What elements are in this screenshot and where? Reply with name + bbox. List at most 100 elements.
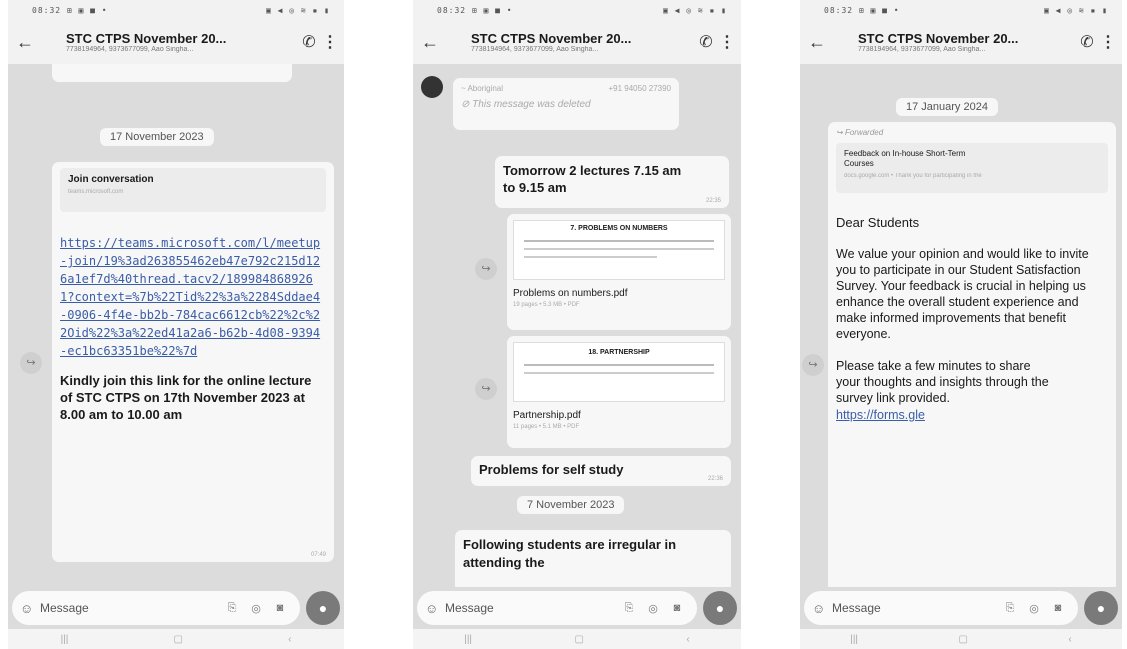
teams-meeting-link[interactable]: https://teams.microsoft.com/l/meetup-joi… xyxy=(60,234,326,360)
call-icon[interactable]: ✆ xyxy=(296,32,322,52)
group-title: STC CTPS November 20... xyxy=(471,31,632,46)
status-icons: ▣ ◀ ◎ ≋ ▪ ▮ xyxy=(663,5,727,15)
status-icons: ▣ ◀ ◎ ≋ ▪ ▮ xyxy=(1044,5,1108,15)
message-input[interactable]: ☺ Message ⎘ ◎ ◙ xyxy=(12,591,300,625)
pdf-preview-title: 7. PROBLEMS ON NUMBERS xyxy=(570,225,668,232)
back-arrow-icon[interactable]: ← xyxy=(421,32,441,53)
deleted-message-bubble[interactable]: ~ Aboriginal +91 94050 27390 ⊘ This mess… xyxy=(453,78,679,130)
message-text: Kindly join this link for the online lec… xyxy=(60,373,312,422)
chat-area[interactable]: 17 November 2023 Join conversation teams… xyxy=(8,64,344,587)
message-bubble-lectures[interactable]: Tomorrow 2 lectures 7.15 am to 9.15 am 2… xyxy=(495,156,729,208)
system-nav-bar: ||| ▢ ‹ xyxy=(8,629,344,649)
chat-header-info[interactable]: STC CTPS November 20... 7738194964, 9373… xyxy=(828,31,1074,53)
chat-header-info[interactable]: STC CTPS November 20... 7738194964, 9373… xyxy=(36,31,296,53)
forward-icon[interactable]: ↪ xyxy=(475,258,497,280)
survey-link[interactable]: https://forms.gle xyxy=(836,408,1108,422)
survey-instructions: Please take a few minutes to share your … xyxy=(836,359,1049,405)
emoji-icon[interactable]: ☺ xyxy=(20,601,38,616)
call-icon[interactable]: ✆ xyxy=(693,32,719,52)
payment-icon[interactable]: ◎ xyxy=(244,602,268,615)
status-bar: 08:32 ⊞ ▣ ■ • ▣ ◀ ◎ ≋ ▪ ▮ xyxy=(413,0,741,20)
chat-header: ← STC CTPS November 20... 7738194964, 93… xyxy=(800,20,1122,64)
deleted-icon: ⊘ xyxy=(461,99,470,110)
link-preview-domain: docs.google.com • Thank you for particip… xyxy=(844,173,982,179)
menu-icon[interactable]: ⋮ xyxy=(322,32,338,52)
group-members: 7738194964, 9373677099, Aao Singha... xyxy=(471,46,599,53)
group-members: 7738194964, 9373677099, Aao Singha... xyxy=(858,46,986,53)
forward-icon[interactable]: ↪ xyxy=(475,378,497,400)
back-arrow-icon[interactable]: ← xyxy=(808,32,828,53)
message-bubble-self-study[interactable]: Problems for self study 22:36 xyxy=(471,456,731,486)
phone-screen-1: 08:32 ⊞ ▣ ■ • ▣ ◀ ◎ ≋ ▪ ▮ ← STC CTPS Nov… xyxy=(8,0,344,649)
nav-back-icon[interactable]: ‹ xyxy=(288,634,291,645)
pdf-file-meta: 11 pages • 5.1 MB • PDF xyxy=(513,424,580,430)
attach-icon[interactable]: ⎘ xyxy=(617,602,641,615)
deleted-text: This message was deleted xyxy=(472,99,591,110)
recent-apps-icon[interactable]: ||| xyxy=(850,634,858,645)
greeting-text: Dear Students xyxy=(836,215,920,230)
pdf-preview-title: 18. PARTNERSHIP xyxy=(588,349,650,356)
mic-button[interactable]: ● xyxy=(703,591,737,625)
emoji-icon[interactable]: ☺ xyxy=(425,601,443,616)
recent-apps-icon[interactable]: ||| xyxy=(464,634,472,645)
deleted-sender-phone: +91 94050 27390 xyxy=(608,84,671,93)
message-text: Tomorrow 2 lectures 7.15 am to 9.15 am xyxy=(503,163,682,195)
chat-header: ← STC CTPS November 20... 7738194964, 93… xyxy=(8,20,344,64)
survey-paragraph: We value your opinion and would like to … xyxy=(836,247,1089,341)
chat-area[interactable]: ~ Aboriginal +91 94050 27390 ⊘ This mess… xyxy=(413,64,741,587)
link-preview-title: Feedback on In-house Short-Term Courses xyxy=(844,149,966,168)
link-preview[interactable]: Join conversation teams.microsoft.com xyxy=(60,168,326,212)
message-input[interactable]: ☺ Message ⎘ ◎ ◙ xyxy=(804,591,1078,625)
forward-icon[interactable]: ↪ xyxy=(20,352,42,374)
menu-icon[interactable]: ⋮ xyxy=(1100,32,1116,52)
system-nav-bar: ||| ▢ ‹ xyxy=(800,629,1122,649)
payment-icon[interactable]: ◎ xyxy=(641,602,665,615)
payment-icon[interactable]: ◎ xyxy=(1022,602,1046,615)
forwarded-label: Forwarded xyxy=(844,128,884,137)
recent-apps-icon[interactable]: ||| xyxy=(61,634,69,645)
nav-back-icon[interactable]: ‹ xyxy=(686,634,689,645)
message-bubble-survey[interactable]: ↪ Forwarded Feedback on In-house Short-T… xyxy=(828,122,1116,587)
chat-header: ← STC CTPS November 20... 7738194964, 93… xyxy=(413,20,741,64)
message-bubble[interactable] xyxy=(52,64,292,82)
mic-button[interactable]: ● xyxy=(1084,591,1118,625)
camera-icon[interactable]: ◙ xyxy=(665,602,689,614)
emoji-icon[interactable]: ☺ xyxy=(812,601,830,616)
message-time: 22:36 xyxy=(707,476,723,482)
status-left: 08:32 ⊞ ▣ ■ • xyxy=(824,5,900,15)
composer: ☺ Message ⎘ ◎ ◙ ● xyxy=(8,587,344,629)
group-title: STC CTPS November 20... xyxy=(858,31,1019,46)
message-bubble-irregular[interactable]: Following students are irregular in atte… xyxy=(455,530,731,587)
message-placeholder: Message xyxy=(445,601,494,615)
chat-header-info[interactable]: STC CTPS November 20... 7738194964, 9373… xyxy=(441,31,693,53)
pdf-attachment-partnership[interactable]: 18. PARTNERSHIP Partnership.pdf 11 pages… xyxy=(507,336,731,448)
camera-icon[interactable]: ◙ xyxy=(1046,602,1070,614)
sender-avatar[interactable] xyxy=(421,76,443,98)
chat-area[interactable]: 17 January 2024 ↪ Forwarded Feedback on … xyxy=(800,64,1122,587)
link-preview[interactable]: Feedback on In-house Short-Term Courses … xyxy=(836,143,1108,193)
system-nav-bar: ||| ▢ ‹ xyxy=(413,629,741,649)
camera-icon[interactable]: ◙ xyxy=(268,602,292,614)
attach-icon[interactable]: ⎘ xyxy=(998,602,1022,615)
mic-button[interactable]: ● xyxy=(306,591,340,625)
nav-back-icon[interactable]: ‹ xyxy=(1068,634,1071,645)
group-members: 7738194964, 9373677099, Aao Singha... xyxy=(66,46,194,53)
message-time: 07:49 xyxy=(310,552,326,558)
home-icon[interactable]: ▢ xyxy=(959,634,968,645)
message-bubble-teams-link[interactable]: Join conversation teams.microsoft.com ht… xyxy=(52,162,334,562)
composer: ☺ Message ⎘ ◎ ◙ ● xyxy=(800,587,1122,629)
attach-icon[interactable]: ⎘ xyxy=(220,602,244,615)
forward-icon[interactable]: ↪ xyxy=(802,354,824,376)
link-preview-domain: teams.microsoft.com xyxy=(68,189,124,195)
message-input[interactable]: ☺ Message ⎘ ◎ ◙ xyxy=(417,591,697,625)
status-left: 08:32 ⊞ ▣ ■ • xyxy=(32,5,108,15)
pdf-attachment-problems[interactable]: 7. PROBLEMS ON NUMBERS Problems on numbe… xyxy=(507,214,731,330)
home-icon[interactable]: ▢ xyxy=(575,634,584,645)
date-separator: 17 November 2023 xyxy=(100,128,214,146)
call-icon[interactable]: ✆ xyxy=(1074,32,1100,52)
menu-icon[interactable]: ⋮ xyxy=(719,32,735,52)
status-bar: 08:32 ⊞ ▣ ■ • ▣ ◀ ◎ ≋ ▪ ▮ xyxy=(800,0,1122,20)
back-arrow-icon[interactable]: ← xyxy=(16,32,36,53)
home-icon[interactable]: ▢ xyxy=(173,634,182,645)
date-separator: 17 January 2024 xyxy=(896,98,998,116)
